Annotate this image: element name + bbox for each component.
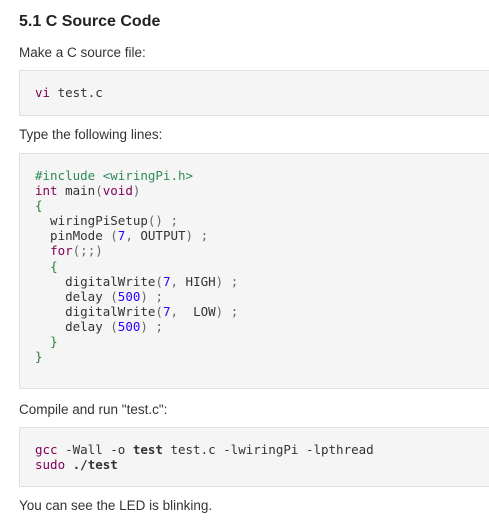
code-line: { xyxy=(35,198,43,214)
document-page: 5.1 C Source Code Make a C source file: … xyxy=(0,0,489,520)
vi-command: vi test.c xyxy=(35,85,103,100)
section-heading: 5.1 C Source Code xyxy=(19,13,161,30)
code-line: } xyxy=(35,349,43,365)
code-line: #include <wiringPi.h> xyxy=(35,168,194,183)
code-line: } xyxy=(50,334,58,350)
step3-instruction: Compile and run "test.c": xyxy=(19,402,168,417)
source-code: #include <wiringPi.h> int main(void) { w… xyxy=(35,168,238,364)
code-line: wiringPiSetup() ; xyxy=(35,213,179,229)
code-line: delay (500) ; xyxy=(35,318,163,334)
vi-filename: test.c xyxy=(57,85,103,100)
command-block-vi: vi test.c xyxy=(19,70,489,116)
code-line: for(;;) xyxy=(50,243,103,259)
code-line: int main(void) xyxy=(35,183,141,199)
code-line: delay (500) ; xyxy=(35,288,163,304)
source-code-block: #include <wiringPi.h> int main(void) { w… xyxy=(19,153,489,389)
step1-instruction: Make a C source file: xyxy=(19,45,146,60)
compile-command-block: gcc -Wall -o test test.c -lwiringPi -lpt… xyxy=(19,427,489,487)
code-line: digitalWrite(7, HIGH) ; xyxy=(35,273,239,289)
step2-instruction: Type the following lines: xyxy=(19,127,163,142)
vi-keyword: vi xyxy=(35,85,51,100)
compile-commands: gcc -Wall -o test test.c -lwiringPi -lpt… xyxy=(35,442,374,472)
code-line: { xyxy=(50,258,58,274)
final-note: You can see the LED is blinking. xyxy=(19,498,213,513)
code-line: digitalWrite(7, LOW) ; xyxy=(35,303,239,319)
compile-line: sudo ./test xyxy=(35,457,118,473)
compile-line: gcc -Wall -o test test.c -lwiringPi -lpt… xyxy=(35,442,374,457)
code-line: pinMode (7, OUTPUT) ; xyxy=(35,228,209,244)
